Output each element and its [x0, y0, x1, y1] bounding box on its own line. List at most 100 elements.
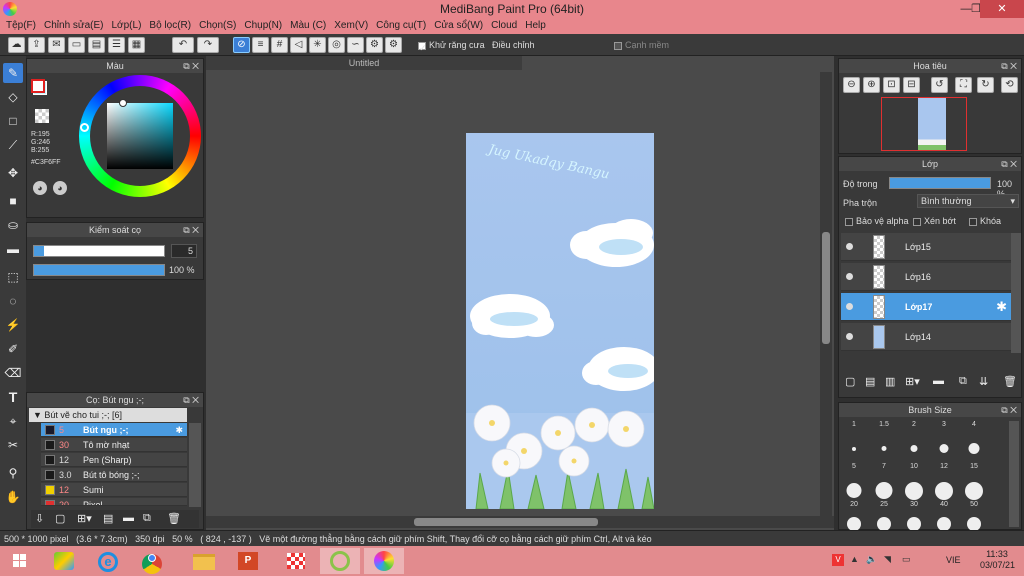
v-tray-icon[interactable]: V [832, 554, 844, 566]
add-layer-menu-icon[interactable]: ⊞▾ [905, 375, 920, 388]
antialias-toggle[interactable]: ✓ Khử răng cưa [418, 40, 485, 53]
brush-group-header[interactable]: ▼ Bút vẽ cho tui ;-; [6] [29, 408, 187, 422]
bucket-tool-icon[interactable]: ⛀ [3, 215, 23, 235]
layers-scrollbar[interactable] [1011, 233, 1021, 353]
brush-size-cell[interactable]: 20 [839, 481, 869, 508]
soft-edge-toggle[interactable]: Cạnh mềm [614, 40, 669, 50]
reset-icon[interactable]: ⟲ [1001, 77, 1018, 93]
panel-close-icon[interactable]: ⧉ ✕ [1001, 59, 1017, 73]
brush-size-value[interactable]: 5 [171, 244, 197, 258]
dot-tool-icon[interactable]: □ [3, 111, 23, 131]
folder-icon[interactable]: ▬ [123, 512, 134, 524]
redo-button[interactable]: ↷ [197, 37, 219, 53]
brush-dot[interactable] [877, 517, 891, 531]
windows-start-icon[interactable] [4, 548, 36, 574]
menu-layer[interactable]: Lớp(L) [110, 18, 148, 34]
new-text-layer-icon[interactable]: ▥ [885, 375, 895, 388]
layer-opacity-slider[interactable] [889, 177, 991, 189]
vertical-scroll-thumb[interactable] [822, 232, 830, 344]
canvas-tab[interactable]: Untitled [206, 56, 522, 70]
layer-settings-icon[interactable]: ✱ [996, 299, 1007, 315]
layer-row[interactable]: Lớp16 [841, 263, 1011, 291]
medibang-taskbar-icon[interactable] [364, 548, 404, 574]
select-pen-icon[interactable]: ✐ [3, 339, 23, 359]
zoom-out-icon[interactable]: ⊖ [843, 77, 860, 93]
page-icon[interactable]: ▤ [103, 512, 113, 525]
hue-picker-handle[interactable] [80, 123, 89, 132]
protect-alpha-checkbox[interactable] [845, 217, 853, 226]
lasso-tool-icon[interactable]: ◌ [3, 291, 23, 311]
document-icon[interactable]: ▤ [88, 37, 105, 53]
visibility-icon[interactable] [846, 333, 853, 340]
brush-size-cell[interactable]: 15 [959, 439, 989, 470]
actual-size-icon[interactable]: ⊟ [903, 77, 920, 93]
brush-size-cell[interactable]: 30 [899, 481, 929, 508]
trash-icon[interactable]: 🗑 [167, 512, 181, 525]
menu-filter[interactable]: Bộ lọc(R) [147, 18, 197, 34]
panel-close-icon[interactable]: ⧉ ✕ [1001, 403, 1017, 417]
fit-icon[interactable]: ⊡ [883, 77, 900, 93]
palette-add-icon[interactable]: ◕ [53, 181, 67, 195]
brush-item[interactable]: 12 Pen (Sharp) [41, 453, 187, 467]
file-explorer-icon[interactable] [184, 548, 224, 574]
panel-close-icon[interactable]: ⧉ ✕ [183, 59, 199, 73]
bluestacks-icon[interactable] [44, 548, 84, 574]
saturation-value-square[interactable] [107, 103, 173, 169]
menu-view[interactable]: Xem(V) [332, 18, 374, 34]
new-layer-icon[interactable]: ▢ [845, 375, 855, 388]
eraser-tool-icon[interactable]: ◇ [3, 87, 23, 107]
grid-snap-icon[interactable]: # [271, 37, 288, 53]
clip-toggle[interactable]: Xén bớt [913, 216, 956, 226]
list-icon[interactable]: ☰ [108, 37, 125, 53]
gear-icon[interactable]: ⚙ [385, 37, 402, 53]
menu-help[interactable]: Help [523, 18, 552, 34]
chrome-icon[interactable] [132, 548, 172, 574]
brush-size-cell[interactable]: 25 [869, 481, 899, 508]
battery-icon[interactable]: ▭ [902, 554, 911, 565]
brush-size-slider[interactable] [33, 245, 165, 257]
blend-mode-select[interactable]: Bình thường ▾ [917, 194, 1019, 208]
blur-tool-icon[interactable]: ⟋ [3, 135, 23, 155]
parallel-snap-icon[interactable]: ≡ [252, 37, 269, 53]
vertical-scrollbar[interactable] [820, 72, 832, 516]
brush-opacity-slider[interactable] [33, 264, 165, 276]
transparent-swatch[interactable] [35, 109, 49, 123]
divide-tool-icon[interactable]: ✂ [3, 435, 23, 455]
brush-item[interactable]: 12 Sumi [41, 483, 187, 497]
duplicate-icon[interactable]: ⧉ [959, 375, 967, 388]
magic-wand-icon[interactable]: ⚡ [3, 315, 23, 335]
clock[interactable]: 11:33 03/07/21 [980, 549, 1015, 571]
layer-row[interactable]: Lớp17 ✱ [841, 293, 1011, 321]
merge-icon[interactable]: ⇊ [979, 375, 988, 388]
tray-expand-icon[interactable]: ▲ [850, 554, 859, 564]
panel-close-icon[interactable]: ⧉ ✕ [1001, 157, 1017, 171]
hand-tool-icon[interactable]: ✋ [3, 487, 23, 507]
radial-snap-icon[interactable]: ✳ [309, 37, 326, 53]
select-tool-icon[interactable]: ⬚ [3, 267, 23, 287]
no-snap-icon[interactable]: ⊘ [233, 37, 250, 53]
brush-size-cell[interactable]: 50 [959, 481, 989, 508]
brush-item[interactable]: 20 Pixel [41, 498, 187, 506]
close-button[interactable]: ✕ [980, 0, 1024, 18]
panel-close-icon[interactable]: ⧉ ✕ [183, 223, 199, 237]
menu-tools[interactable]: Công cụ(T) [374, 18, 432, 34]
menu-cloud[interactable]: Cloud [489, 18, 523, 34]
green-app-icon[interactable] [320, 548, 360, 574]
text-tool-icon[interactable]: T [3, 387, 23, 407]
lock-checkbox[interactable] [969, 217, 977, 226]
undo-button[interactable]: ↶ [172, 37, 194, 53]
brush-item[interactable]: 3.0 Bút tô bóng ;-; [41, 468, 187, 482]
menu-snap[interactable]: Chụp(N) [242, 18, 288, 34]
menu-edit[interactable]: Chỉnh sửa(E) [42, 18, 110, 34]
palette-icon[interactable]: ◕ [33, 181, 47, 195]
gear-icon[interactable]: ✱ [175, 423, 183, 437]
brush-list-scrollbar[interactable] [189, 423, 201, 507]
brush-item[interactable]: 30 Tô mờ nhạt [41, 438, 187, 452]
fullscreen-icon[interactable]: ⛶ [955, 77, 972, 93]
secondary-color-swatch[interactable] [31, 79, 45, 93]
protect-alpha-toggle[interactable]: Bảo vệ alpha [845, 216, 909, 226]
share-icon[interactable]: ⇪ [28, 37, 45, 53]
duplicate-icon[interactable]: ⧉ [143, 512, 151, 525]
horizontal-scrollbar[interactable] [206, 516, 834, 528]
artwork-canvas[interactable]: Jug Ukadqy Bangu [466, 133, 654, 509]
